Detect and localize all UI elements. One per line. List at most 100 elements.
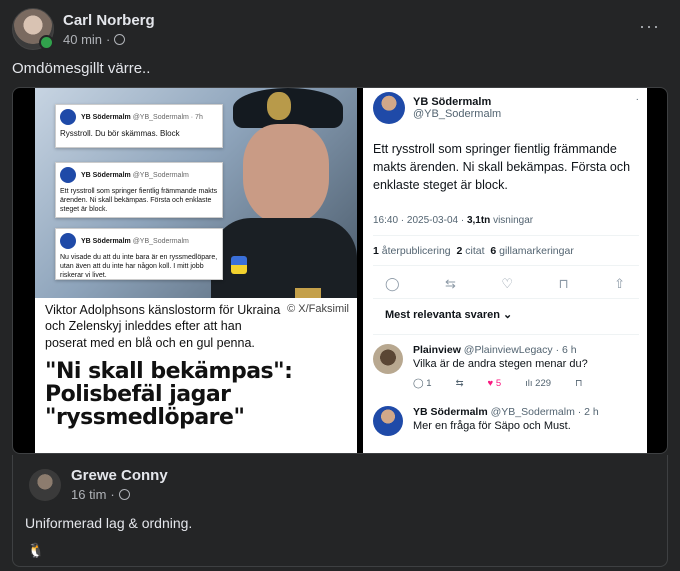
tweet-name: YB Södermalm bbox=[80, 237, 131, 245]
police-photo: YB Södermalm @YB_Sodermalm · 7h Rysstrol… bbox=[35, 88, 357, 298]
post-header: Carl Norberg 40 min · bbox=[12, 8, 155, 50]
tweet-name: YB Södermalm bbox=[413, 96, 492, 108]
tweet-avatar bbox=[60, 233, 76, 249]
reply-name: Plainview bbox=[413, 344, 461, 356]
comment-icon: ◯ bbox=[413, 378, 424, 389]
article-caption: Viktor Adolphsons känslostorm för Ukrain… bbox=[45, 303, 281, 350]
heart-icon: ♥ bbox=[487, 378, 494, 389]
most-relevant-replies: Mest relevanta svaren ⌄ bbox=[385, 308, 512, 321]
author-avatar[interactable] bbox=[12, 8, 54, 50]
divider bbox=[373, 334, 639, 335]
tweet-views-count: 3,1tn bbox=[466, 215, 491, 226]
tweet-name: YB Södermalm bbox=[80, 171, 131, 179]
tweet-handle: @YB_Sodermalm bbox=[132, 171, 189, 179]
comment-time[interactable]: 16 tim bbox=[71, 487, 106, 502]
tweet-avatar bbox=[373, 92, 405, 124]
commenter-name[interactable]: Grewe Conny bbox=[71, 467, 168, 484]
like-icon: ♡ bbox=[501, 276, 514, 291]
reply-text: Vilka är de andra stegen menar du? bbox=[413, 358, 588, 370]
retweet-icon: ⇆ bbox=[455, 378, 464, 389]
divider bbox=[373, 265, 639, 266]
bookmark-icon: ⊓ bbox=[575, 378, 583, 389]
globe-icon bbox=[114, 33, 126, 45]
divider bbox=[373, 235, 639, 236]
retweet-icon: ⇆ bbox=[445, 276, 456, 291]
reply-comments-count: 1 bbox=[426, 378, 432, 389]
tweet-author: YB Södermalm @YB_Sodermalm bbox=[413, 96, 501, 120]
reply-handle: @PlainviewLegacy · 6 h bbox=[463, 344, 577, 356]
reply-avatar bbox=[373, 344, 403, 374]
cap-badge-icon bbox=[267, 92, 291, 120]
tweet-avatar bbox=[60, 109, 76, 125]
online-status-dot bbox=[39, 35, 54, 50]
tweet-stats: 1 återpublicering 2 citat 6 gillamarkeri… bbox=[373, 245, 574, 257]
tweet-handle: @YB_Sodermalm · 7h bbox=[132, 113, 203, 121]
most-relevant-label: Mest relevanta svaren bbox=[385, 309, 500, 321]
tweet-text: Nu visade du att du inte bara är en ryss… bbox=[60, 254, 218, 280]
article-headline: "Ni skall bekämpas": Polisbefäl jagar "r… bbox=[45, 359, 293, 431]
commenter-avatar[interactable] bbox=[29, 468, 61, 501]
separator: · bbox=[110, 487, 115, 502]
tweet-text: Ett rysstroll som springer fientlig främ… bbox=[373, 142, 631, 193]
comment-meta: Grewe Conny 16 tim · bbox=[71, 467, 168, 502]
chevron-down-icon: ⌄ bbox=[503, 309, 513, 321]
comment-card: Grewe Conny 16 tim · Uniformerad lag & o… bbox=[12, 455, 668, 567]
reply-handle: @YB_Sodermalm · 2 h bbox=[490, 406, 599, 418]
reply-actions: ◯ 1 ⇆ ♥ 5 ılı 229 ⊓ bbox=[413, 378, 588, 389]
post-time[interactable]: 40 min bbox=[63, 32, 102, 47]
penguin-emoji: 🐧 bbox=[27, 542, 45, 558]
reposts-label: återpublicering bbox=[378, 245, 451, 257]
post-image[interactable]: YB Södermalm @YB_Sodermalm · 7h Rysstrol… bbox=[12, 87, 668, 454]
author-name[interactable]: Carl Norberg bbox=[63, 12, 155, 29]
tweet-handle: @YB_Sodermalm bbox=[132, 237, 189, 245]
reply-avatar bbox=[373, 406, 403, 436]
tweet-avatar bbox=[60, 167, 76, 183]
embedded-tweet-2: YB Södermalm @YB_Sodermalm Ett rysstroll… bbox=[55, 162, 223, 218]
embedded-tweet-1: YB Södermalm @YB_Sodermalm · 7h Rysstrol… bbox=[55, 104, 223, 148]
ukraine-flag-icon bbox=[231, 256, 247, 274]
share-icon: ⇧ bbox=[614, 276, 625, 291]
article-screenshot: YB Södermalm @YB_Sodermalm · 7h Rysstrol… bbox=[35, 88, 357, 453]
reply-1: Plainview @PlainviewLegacy · 6 h Vilka ä… bbox=[373, 344, 588, 389]
quotes-label: citat bbox=[462, 245, 485, 257]
tweet-screenshot: YB Södermalm @YB_Sodermalm · Ett rysstro… bbox=[363, 88, 647, 453]
globe-icon bbox=[118, 489, 130, 500]
reply-icon: ◯ bbox=[385, 276, 400, 291]
tweet-date: 16:40 · 2025-03-04 · 3,1tn visningar bbox=[373, 215, 533, 226]
bookmark-icon: ⊓ bbox=[558, 276, 569, 291]
post-text: Omdömesgillt värre.. bbox=[12, 60, 151, 77]
uniform-patch bbox=[295, 288, 321, 298]
embedded-tweet-3: YB Södermalm @YB_Sodermalm Nu visade du … bbox=[55, 228, 223, 280]
views-icon: ılı bbox=[525, 378, 533, 389]
comment-header: Grewe Conny 16 tim · bbox=[29, 467, 168, 502]
tweet-views-label: visningar bbox=[490, 215, 534, 226]
reply-views: ılı 229 bbox=[525, 378, 551, 389]
tweet-text: Ett rysstroll som springer fientlig främ… bbox=[60, 188, 218, 214]
tweet-actions: ◯ ⇆ ♡ ⊓ ⇧ bbox=[385, 276, 625, 292]
reply-text: Mer en fråga för Säpo och Must. bbox=[413, 420, 571, 432]
article-caption-row: Viktor Adolphsons känslostorm för Ukrain… bbox=[45, 302, 349, 351]
tweet-timestamp: 16:40 · 2025-03-04 · bbox=[373, 215, 467, 226]
comment-text: Uniformerad lag & ordning. bbox=[25, 515, 193, 531]
officer-face bbox=[243, 124, 329, 224]
more-options-icon[interactable]: ··· bbox=[639, 16, 660, 37]
reply-comments: ◯ 1 bbox=[413, 378, 432, 389]
tweet-header: YB Södermalm @YB_Sodermalm bbox=[373, 92, 501, 124]
tweet-name: YB Södermalm bbox=[80, 113, 131, 121]
post-meta: Carl Norberg 40 min · bbox=[63, 12, 155, 47]
reply-likes: ♥ 5 bbox=[488, 378, 502, 389]
reply-likes-count: 5 bbox=[495, 378, 502, 389]
divider bbox=[373, 298, 639, 299]
likes-label: gillamarkeringar bbox=[496, 245, 574, 257]
comment-subline: 16 tim · bbox=[71, 487, 168, 502]
reply-2: YB Södermalm @YB_Sodermalm · 2 h Mer en … bbox=[373, 406, 599, 436]
reply-body: Plainview @PlainviewLegacy · 6 h Vilka ä… bbox=[413, 344, 588, 389]
reply-views-count: 229 bbox=[535, 378, 552, 389]
tweet-more-icon: · bbox=[635, 94, 639, 105]
photo-credit: © X/Faksimil bbox=[287, 303, 349, 315]
separator: · bbox=[106, 31, 111, 47]
post-subline: 40 min · bbox=[63, 32, 155, 47]
tweet-handle: @YB_Sodermalm bbox=[413, 108, 502, 120]
reply-body: YB Södermalm @YB_Sodermalm · 2 h Mer en … bbox=[413, 406, 599, 436]
tweet-text: Rysstroll. Du bör skämmas. Block bbox=[60, 129, 180, 138]
